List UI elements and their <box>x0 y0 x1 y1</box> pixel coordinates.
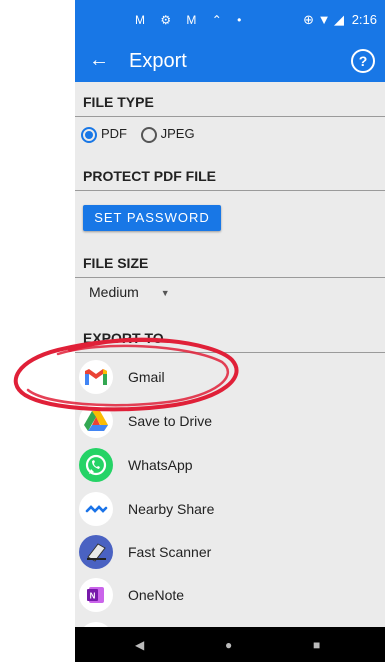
page-title: Export <box>129 50 187 72</box>
chevron-down-icon: ▼ <box>160 288 170 299</box>
help-icon[interactable]: ? <box>351 49 375 73</box>
section-export-to: EXPORT TO <box>83 330 164 346</box>
back-arrow-icon[interactable]: ← <box>89 49 109 72</box>
phone-screen: M ⚙ M ⌃ • ⊕ ▼ ◢ 2:16 ← Export ? FILE TYP… <box>75 0 385 662</box>
clock: 2:16 <box>351 12 377 27</box>
export-item-fast-scanner[interactable]: Fast Scanner <box>75 530 385 574</box>
nearby-share-icon <box>79 492 113 526</box>
divider <box>75 352 385 353</box>
system-status: ⊕ ▼ ◢ 2:16 <box>303 12 377 28</box>
radio-unselected-icon <box>140 126 157 143</box>
signal-icons: ⊕ ▼ ◢ <box>303 12 345 27</box>
list-item[interactable] <box>75 617 385 656</box>
file-size-dropdown[interactable]: Medium ▼ <box>89 284 170 300</box>
export-item-label: OneNote <box>128 587 185 603</box>
export-item-label: Nearby Share <box>128 501 215 517</box>
back-nav-icon[interactable]: ◀ <box>135 638 144 652</box>
divider <box>75 116 385 117</box>
export-item-label: Gmail <box>128 369 165 385</box>
section-file-size: FILE SIZE <box>83 255 149 271</box>
export-item-gmail[interactable]: Gmail <box>75 355 385 399</box>
radio-pdf-label: PDF <box>101 126 127 142</box>
radio-jpeg-label: JPEG <box>160 126 195 142</box>
export-item-whatsapp[interactable]: WhatsApp <box>75 443 385 487</box>
recents-nav-icon[interactable]: ■ <box>313 638 320 652</box>
svg-text:N: N <box>90 592 96 601</box>
section-file-type: FILE TYPE <box>83 94 154 110</box>
radio-jpeg[interactable]: JPEG <box>140 126 195 143</box>
onenote-icon: N <box>79 578 113 612</box>
gmail-icon <box>79 360 113 394</box>
set-password-button[interactable]: SET PASSWORD <box>83 205 221 231</box>
navigation-bar: ◀ ● ■ <box>75 627 385 662</box>
divider <box>75 277 385 278</box>
file-size-value: Medium <box>89 284 139 300</box>
export-item-drive[interactable]: Save to Drive <box>75 399 385 443</box>
fast-scanner-icon <box>79 535 113 569</box>
app-bar: ← Export ? <box>75 40 385 82</box>
divider <box>75 190 385 191</box>
status-bar: M ⚙ M ⌃ • ⊕ ▼ ◢ 2:16 <box>75 0 385 40</box>
export-item-nearby-share[interactable]: Nearby Share <box>75 487 385 531</box>
export-item-onenote[interactable]: N OneNote <box>75 573 385 617</box>
radio-pdf[interactable]: PDF <box>81 126 127 143</box>
whatsapp-icon <box>79 448 113 482</box>
section-protect-pdf: PROTECT PDF FILE <box>83 168 216 184</box>
export-item-label: WhatsApp <box>128 457 193 473</box>
file-type-options: PDF JPEG <box>81 126 205 143</box>
home-nav-icon[interactable]: ● <box>225 638 232 652</box>
notification-icons: M ⚙ M ⌃ • <box>135 13 248 27</box>
export-item-label: Save to Drive <box>128 413 213 429</box>
radio-selected-icon <box>81 126 97 143</box>
drive-icon <box>79 404 113 438</box>
export-item-label: Fast Scanner <box>128 544 212 560</box>
